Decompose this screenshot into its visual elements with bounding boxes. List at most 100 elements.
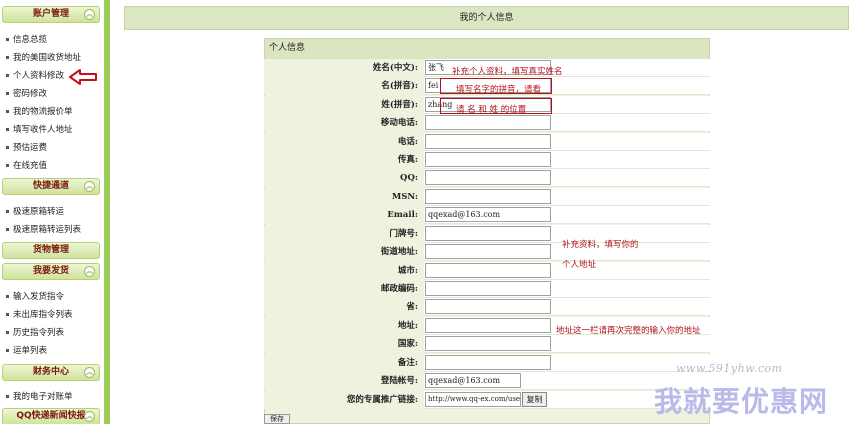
field-label: 街道地址: [264, 243, 422, 261]
promo-link-input[interactable]: http://www.qq-ex.com/user/?u [425, 392, 521, 407]
watermark-url: www.591yhw.com [676, 362, 783, 375]
field-label: 移动电话: [264, 114, 422, 132]
annotation-pinyin-2: 请 名 和 姓 的位置 [456, 105, 527, 115]
bullet-icon [6, 331, 9, 334]
chevron-up-icon[interactable]: ︽ [84, 266, 95, 277]
sidebar-section-news[interactable]: QQ快递新闻快报 ︽ [2, 408, 100, 424]
remarks-input[interactable] [425, 355, 551, 370]
bullet-icon [6, 146, 9, 149]
form-row-country: 国家: [264, 335, 710, 353]
sidebar-item-shipping-estimate[interactable]: 预估运费 [6, 142, 47, 154]
field-label: 登陆帐号: [264, 372, 422, 390]
sidebar-item-recipient[interactable]: 填写收件人地址 [6, 124, 73, 136]
bullet-icon [6, 349, 9, 352]
address-input[interactable] [425, 318, 551, 333]
form-row-login-account: 登陆帐号: qqexad@163.com [264, 372, 710, 390]
phone-input[interactable] [425, 134, 551, 149]
form-row-fax: 传真: [264, 151, 710, 169]
street-input[interactable] [425, 244, 551, 259]
form-row-mobile: 移动电话: [264, 114, 710, 132]
annotation-pinyin-1: 填写名字的拼音，请看 [456, 85, 542, 95]
field-label: 地址: [264, 317, 422, 335]
sidebar-item-statement[interactable]: 我的电子对账单 [6, 391, 73, 403]
sidebar-section-goods[interactable]: 货物管理 [2, 242, 100, 259]
bullet-icon [6, 395, 9, 398]
bullet-icon [6, 128, 9, 131]
login-account-input[interactable]: qqexad@163.com [425, 373, 521, 388]
sidebar-item-express-transfer-list[interactable]: 极速原箱转运列表 [6, 224, 81, 236]
bullet-icon [6, 56, 9, 59]
sidebar-section-title: QQ快递新闻快报 [16, 411, 86, 421]
city-input[interactable] [425, 263, 551, 278]
field-label: 传真: [264, 151, 422, 169]
field-label: 邮政编码: [264, 280, 422, 298]
form-row-qq: QQ: [264, 169, 710, 187]
mobile-input[interactable] [425, 115, 551, 130]
zip-input[interactable] [425, 281, 551, 296]
bullet-icon [6, 38, 9, 41]
house-number-input[interactable] [425, 226, 551, 241]
field-label: 省: [264, 298, 422, 316]
sidebar-item-express-transfer[interactable]: 极速原箱转运 [6, 206, 64, 218]
annotation-full-address: 地址这一栏请再次完整的输入你的地址 [556, 326, 701, 336]
field-label: 门牌号: [264, 225, 422, 243]
field-label: 姓名(中文): [264, 59, 422, 77]
field-label: 国家: [264, 335, 422, 353]
sidebar-item-password[interactable]: 密码修改 [6, 88, 47, 100]
field-label: 电话: [264, 133, 422, 151]
province-input[interactable] [425, 299, 551, 314]
bullet-icon [6, 210, 9, 213]
field-label: 姓(拼音): [264, 96, 422, 114]
fax-input[interactable] [425, 152, 551, 167]
chevron-up-icon[interactable]: ︽ [84, 9, 95, 20]
sidebar-border [104, 0, 110, 424]
email-input[interactable]: qqexad@163.com [425, 207, 551, 222]
sidebar-section-ship[interactable]: 我要发货 ︽ [2, 263, 100, 280]
field-label: 备注: [264, 354, 422, 372]
bullet-icon [6, 110, 9, 113]
annotation-address-2: 个人地址 [562, 260, 597, 270]
sidebar-item-ship-command[interactable]: 输入发货指令 [6, 291, 64, 303]
qq-input[interactable] [425, 170, 551, 185]
sidebar-section-shortcut[interactable]: 快捷通道 ︽ [2, 178, 100, 195]
field-label: 名(拼音): [264, 77, 422, 95]
country-input[interactable] [425, 336, 551, 351]
bullet-icon [6, 92, 9, 95]
sidebar-item-overview[interactable]: 信息总揽 [6, 34, 47, 46]
chevron-up-icon[interactable]: ︽ [84, 367, 95, 378]
sidebar-item-history-commands[interactable]: 历史指令列表 [6, 327, 64, 339]
chevron-up-icon[interactable]: ︽ [84, 411, 95, 422]
sidebar: 账户管理 ︽ 信息总揽 我的美国收货地址 个人资料修改 密码修改 我的物流报价单… [0, 0, 104, 424]
chevron-up-icon[interactable]: ︽ [84, 181, 95, 192]
sidebar-section-account[interactable]: 账户管理 ︽ [2, 6, 100, 23]
bullet-icon [6, 295, 9, 298]
form-row-remarks: 备注: [264, 354, 710, 372]
form-row-city: 城市: [264, 262, 710, 280]
field-label: 城市: [264, 262, 422, 280]
sidebar-item-waybills[interactable]: 运单列表 [6, 345, 47, 357]
arrow-left-icon [69, 69, 97, 85]
form-row-msn: MSN: [264, 188, 710, 206]
watermark-logo: 我就要优惠网 [654, 385, 829, 418]
sidebar-item-recharge[interactable]: 在线充值 [6, 160, 47, 172]
sidebar-item-us-address[interactable]: 我的美国收货地址 [6, 52, 81, 64]
field-label: QQ: [264, 169, 422, 187]
sidebar-item-pending-commands[interactable]: 未出库指令列表 [6, 309, 73, 321]
form-row-zip: 邮政编码: [264, 280, 710, 298]
sidebar-item-profile-edit[interactable]: 个人资料修改 [6, 70, 64, 82]
bullet-icon [6, 313, 9, 316]
sidebar-item-quote[interactable]: 我的物流报价单 [6, 106, 73, 118]
annotation-name: 补充个人资料，填写真实姓名 [452, 67, 563, 77]
copy-button[interactable]: 复制 [522, 392, 547, 407]
msn-input[interactable] [425, 189, 551, 204]
sidebar-section-title: 账户管理 [32, 9, 69, 19]
annotation-address-1: 补充资料，填写你的 [562, 240, 639, 250]
save-button[interactable]: 保存 [264, 414, 290, 424]
form-row-house-number: 门牌号: [264, 225, 710, 243]
bullet-icon [6, 74, 9, 77]
form-row-phone: 电话: [264, 133, 710, 151]
sidebar-section-title: 货物管理 [32, 245, 69, 255]
sidebar-section-finance[interactable]: 财务中心 ︽ [2, 364, 100, 381]
field-label: Email: [264, 206, 422, 224]
form-row-street: 街道地址: [264, 243, 710, 261]
